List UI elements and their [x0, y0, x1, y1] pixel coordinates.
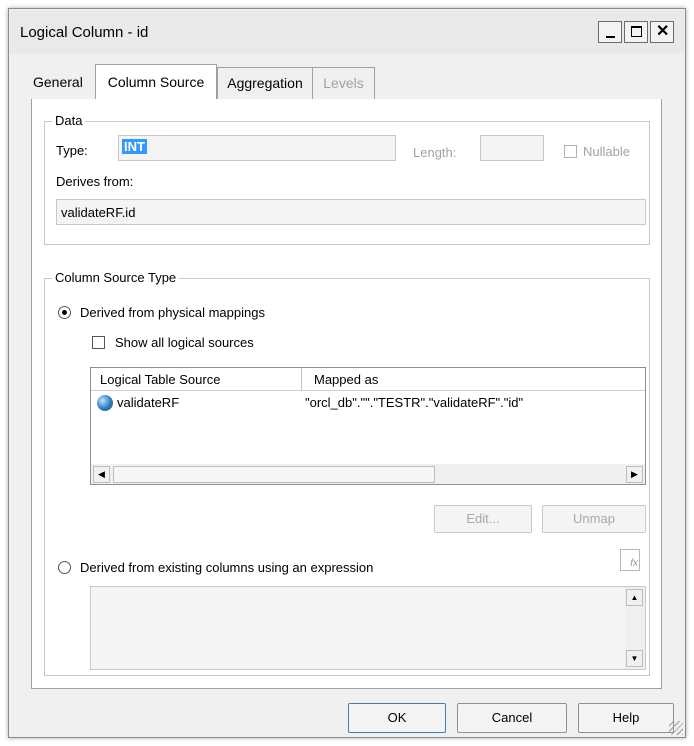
table-header: Logical Table Source Mapped as [91, 368, 645, 391]
maximize-button[interactable] [624, 21, 648, 43]
expression-builder-icon[interactable]: fx [620, 549, 640, 571]
logical-sources-table: Logical Table Source Mapped as validateR… [90, 367, 646, 485]
nullable-label: Nullable [583, 144, 630, 159]
tab-levels-label: Levels [323, 75, 364, 91]
unmap-button[interactable]: Unmap [542, 505, 646, 533]
maximize-icon [631, 26, 642, 37]
fx-icon: fx [630, 558, 638, 569]
edit-button[interactable]: Edit... [434, 505, 532, 533]
column-divider[interactable] [301, 368, 302, 390]
title-bar[interactable]: Logical Column - id ✕ [10, 10, 684, 54]
tab-panel: Data Type: INT Length: Nullable Derives … [31, 99, 662, 689]
expression-field[interactable]: ▲ ▼ [90, 586, 646, 670]
tab-column-source-label: Column Source [107, 74, 205, 90]
nullable-checkbox[interactable] [564, 145, 577, 158]
radio-dot-icon [62, 310, 67, 315]
length-field[interactable] [480, 135, 544, 161]
column-source-type-legend: Column Source Type [52, 270, 180, 285]
radio-expression[interactable] [58, 561, 71, 574]
tab-aggregation[interactable]: Aggregation [217, 67, 313, 99]
scroll-up-button[interactable]: ▲ [626, 589, 643, 606]
derives-from-label: Derives from: [56, 174, 134, 189]
expression-vertical-scrollbar[interactable]: ▲ ▼ [625, 587, 645, 669]
close-icon: ✕ [656, 23, 670, 40]
close-button[interactable]: ✕ [650, 21, 674, 43]
data-group-legend: Data [52, 113, 86, 128]
scroll-right-button[interactable]: ▶ [626, 466, 643, 483]
row-source-cell: validateRF [117, 395, 180, 410]
minimize-button[interactable] [598, 21, 622, 43]
derives-from-field[interactable]: validateRF.id [56, 199, 646, 225]
scroll-thumb[interactable] [113, 466, 435, 483]
tab-levels[interactable]: Levels [313, 67, 375, 99]
table-row[interactable]: validateRF "orcl_db".""."TESTR"."validat… [91, 392, 645, 414]
type-field[interactable]: INT [118, 135, 396, 161]
length-label: Length: [413, 145, 457, 160]
tab-aggregation-label: Aggregation [227, 75, 303, 91]
row-mapped-cell: "orcl_db".""."TESTR"."validateRF"."id" [305, 395, 524, 410]
window-title: Logical Column - id [20, 24, 149, 41]
radio-physical-mappings[interactable] [58, 306, 71, 319]
logical-table-source-icon [97, 395, 113, 411]
column-header-source[interactable]: Logical Table Source [100, 372, 220, 387]
show-all-logical-sources-label: Show all logical sources [115, 335, 254, 350]
tab-general[interactable]: General [33, 67, 97, 99]
type-label: Type: [56, 143, 88, 158]
help-button[interactable]: Help [578, 703, 674, 733]
scroll-down-button[interactable]: ▼ [626, 650, 643, 667]
minimize-icon [606, 36, 615, 38]
table-horizontal-scrollbar[interactable]: ◀ ▶ [91, 464, 645, 484]
column-header-mapped[interactable]: Mapped as [314, 372, 378, 387]
ok-button[interactable]: OK [348, 703, 446, 733]
derives-from-value: validateRF.id [61, 205, 136, 220]
scroll-left-button[interactable]: ◀ [93, 466, 110, 483]
radio-expression-label: Derived from existing columns using an e… [80, 560, 374, 575]
radio-physical-mappings-label: Derived from physical mappings [80, 305, 265, 320]
tab-column-source[interactable]: Column Source [95, 64, 217, 100]
type-value: INT [122, 139, 147, 154]
show-all-logical-sources-checkbox[interactable] [92, 336, 105, 349]
dialog-window: Logical Column - id ✕ General Column Sou… [8, 8, 686, 738]
cancel-button[interactable]: Cancel [457, 703, 567, 733]
resize-grip-icon[interactable] [669, 721, 683, 735]
tab-general-label: General [33, 74, 83, 90]
